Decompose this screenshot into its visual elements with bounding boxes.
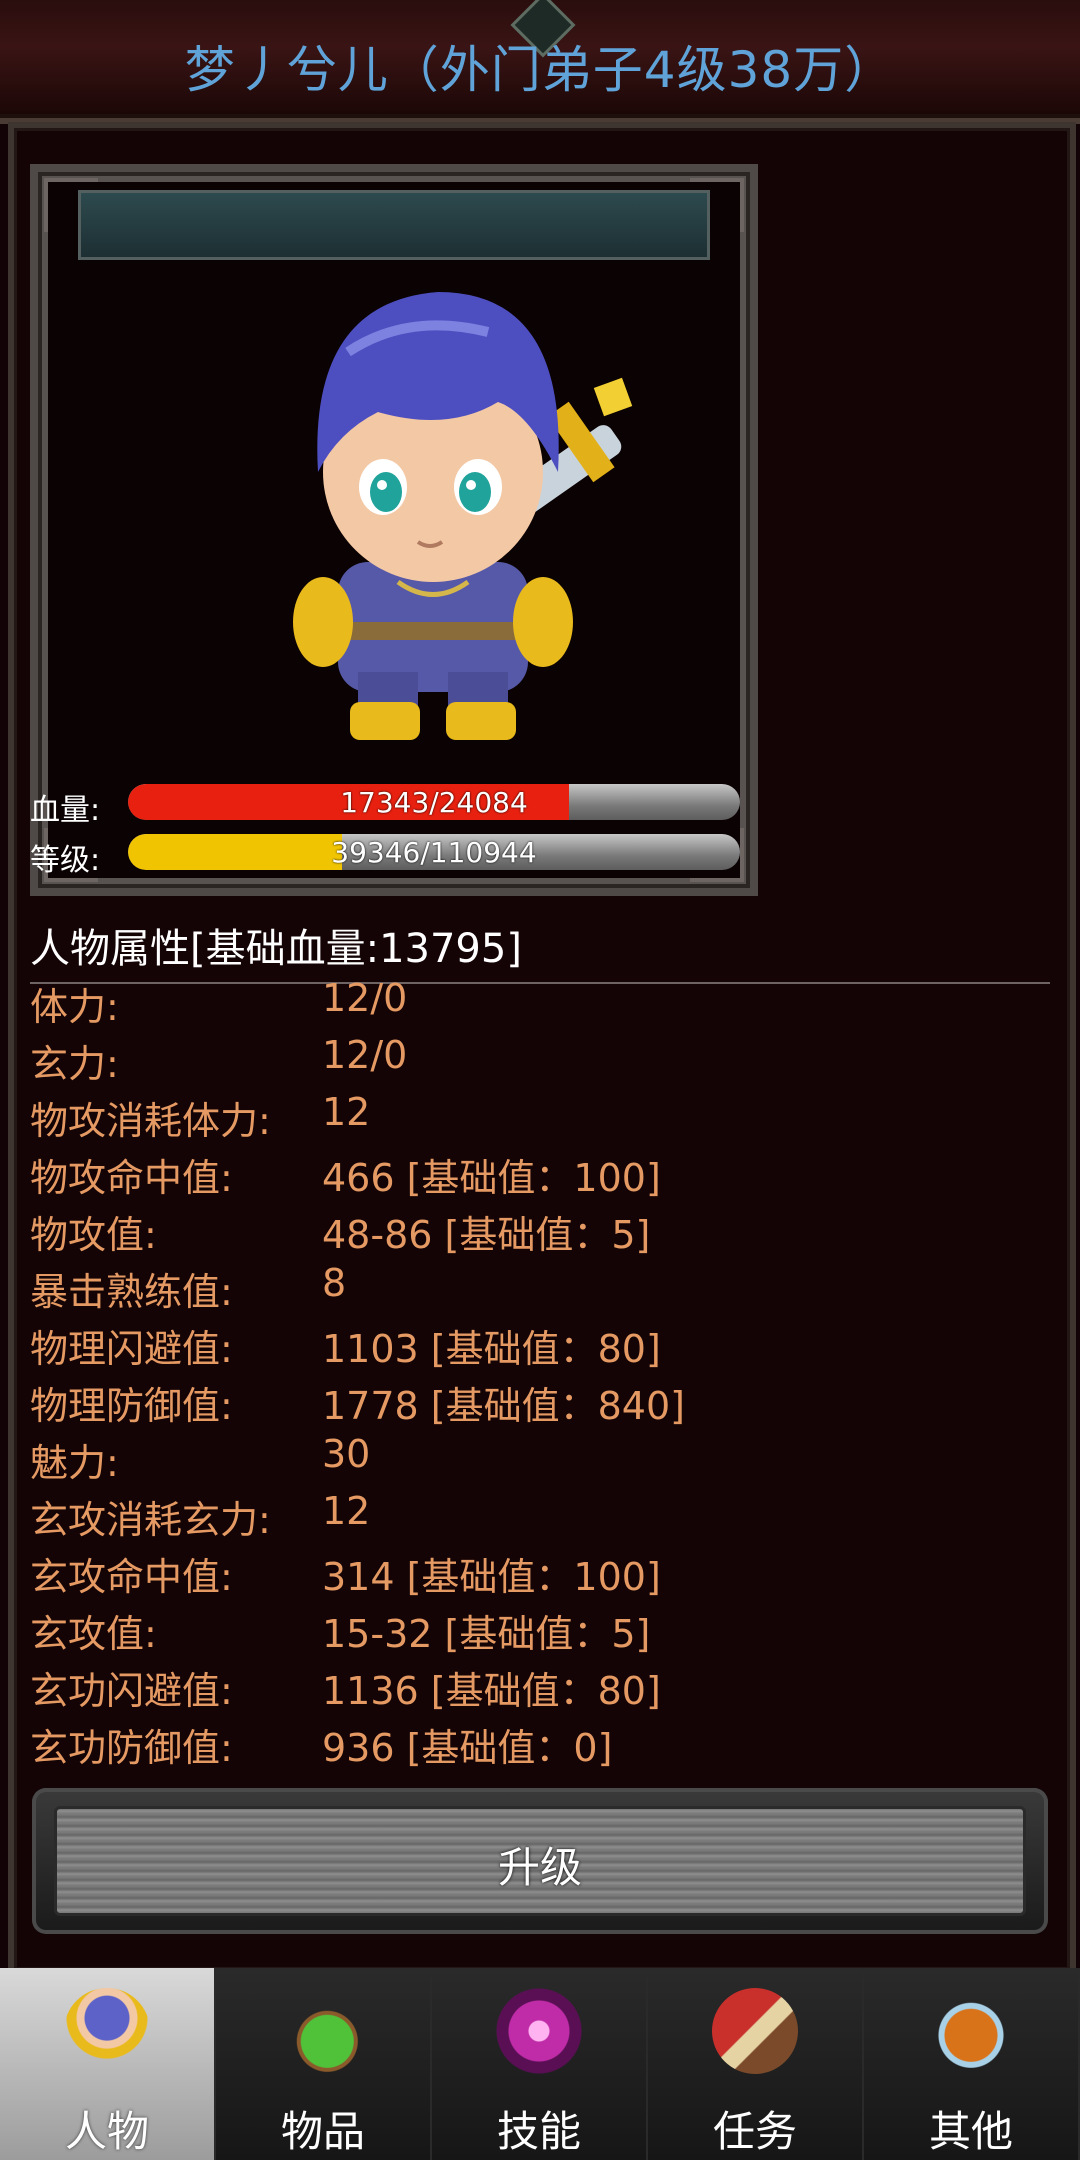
attribute-row: 玄攻值: 15-32 [基础值：5] xyxy=(30,1603,1050,1660)
tab-items[interactable]: 物品 xyxy=(216,1968,432,2160)
attribute-value: 1136 [基础值：80] xyxy=(322,1669,661,1713)
potion-icon xyxy=(280,1988,366,2074)
attributes-header: 人物属性[基础血量:13795] xyxy=(30,916,1050,984)
hp-row: 血量: 17343/24084 xyxy=(30,782,742,828)
attribute-name: 玄攻消耗玄力: xyxy=(30,1498,271,1542)
attribute-value: 1778 [基础值：840] xyxy=(322,1384,685,1428)
attribute-name: 玄力: xyxy=(30,1042,119,1086)
attribute-name: 魅力: xyxy=(30,1441,119,1485)
character-avatar-image xyxy=(293,292,633,740)
attribute-name: 暴击熟练值: xyxy=(30,1270,233,1314)
attribute-value: 12/0 xyxy=(322,1033,408,1077)
attribute-row: 魅力: 30 xyxy=(30,1432,1050,1489)
attribute-row: 玄攻消耗玄力: 12 xyxy=(30,1489,1050,1546)
level-row: 等级: 39346/110944 xyxy=(30,832,742,878)
attribute-value: 8 xyxy=(322,1261,347,1305)
tab-label: 其他 xyxy=(928,2107,1013,2156)
attribute-value: 12/0 xyxy=(322,976,408,1020)
tab-quests[interactable]: 任务 xyxy=(648,1968,864,2160)
attribute-row: 玄攻命中值: 314 [基础值：100] xyxy=(30,1546,1050,1603)
tab-label: 人物 xyxy=(64,2107,149,2156)
frame-corner-ornament xyxy=(44,178,98,232)
attribute-row: 物攻命中值: 466 [基础值：100] xyxy=(30,1147,1050,1204)
attribute-name: 体力: xyxy=(30,985,119,1029)
tab-label: 物品 xyxy=(280,2107,365,2156)
upgrade-button-label: 升级 xyxy=(497,1843,582,1892)
title-bar: 梦丿兮儿（外门弟子4级38万） xyxy=(0,0,1080,124)
upgrade-button[interactable]: 升级 xyxy=(32,1788,1048,1934)
level-value: 39346/110944 xyxy=(331,836,537,869)
attribute-name: 玄功防御值: xyxy=(30,1726,233,1770)
attribute-row: 玄力: 12/0 xyxy=(30,1033,1050,1090)
attribute-value: 466 [基础值：100] xyxy=(322,1156,661,1200)
attribute-value: 12 xyxy=(322,1489,371,1533)
attribute-value: 48-86 [基础值：5] xyxy=(322,1213,651,1257)
attribute-row: 玄功闪避值: 1136 [基础值：80] xyxy=(30,1660,1050,1717)
attribute-name: 物攻命中值: xyxy=(30,1156,233,1200)
attribute-value: 1103 [基础值：80] xyxy=(322,1327,661,1371)
attribute-value: 936 [基础值：0] xyxy=(322,1726,613,1770)
attributes-list: 体力: 12/0 玄力: 12/0 物攻消耗体力: 12 物攻命中值: 466 [基础值：10… xyxy=(30,976,1050,1774)
attribute-row: 物理防御值: 1778 [基础值：840] xyxy=(30,1375,1050,1432)
level-bar: 39346/110944 xyxy=(128,834,740,870)
attribute-row: 物攻值: 48-86 [基础值：5] xyxy=(30,1204,1050,1261)
attribute-value: 30 xyxy=(322,1432,371,1476)
attribute-value: 15-32 [基础值：5] xyxy=(322,1612,651,1656)
attribute-value: 314 [基础值：100] xyxy=(322,1555,661,1599)
portrait-name-plate xyxy=(78,190,710,260)
page-title: 梦丿兮儿（外门弟子4级38万） xyxy=(184,41,896,99)
tab-character[interactable]: 人物 xyxy=(0,1968,216,2160)
tab-label: 任务 xyxy=(712,2107,797,2156)
attribute-name: 物攻消耗体力: xyxy=(30,1099,271,1143)
attribute-row: 物理闪避值: 1103 [基础值：80] xyxy=(30,1318,1050,1375)
tab-other[interactable]: 其他 xyxy=(864,1968,1080,2160)
attribute-name: 物理防御值: xyxy=(30,1384,233,1428)
attribute-name: 玄功闪避值: xyxy=(30,1669,233,1713)
hp-label: 血量: xyxy=(30,793,101,828)
hp-value: 17343/24084 xyxy=(340,786,528,819)
attribute-name: 玄攻命中值: xyxy=(30,1555,233,1599)
attribute-row: 体力: 12/0 xyxy=(30,976,1050,1033)
attribute-row: 暴击熟练值: 8 xyxy=(30,1261,1050,1318)
skill-orb-icon xyxy=(496,1988,582,2074)
attribute-row: 玄功防御值: 936 [基础值：0] xyxy=(30,1717,1050,1774)
frame-corner-ornament xyxy=(690,178,744,232)
attribute-value: 12 xyxy=(322,1090,371,1134)
quest-icon xyxy=(712,1988,798,2074)
tab-skills[interactable]: 技能 xyxy=(432,1968,648,2160)
level-label: 等级: xyxy=(30,843,101,878)
attribute-name: 玄攻值: xyxy=(30,1612,157,1656)
attribute-row: 物攻消耗体力: 12 xyxy=(30,1090,1050,1147)
attribute-name: 物攻值: xyxy=(30,1213,157,1257)
character-icon xyxy=(64,1988,150,2074)
attribute-name: 物理闪避值: xyxy=(30,1327,233,1371)
bottom-tab-bar: 人物 物品 技能 任务 其他 xyxy=(0,1968,1080,2160)
other-icon xyxy=(928,1988,1014,2074)
tab-label: 技能 xyxy=(496,2107,581,2156)
hp-bar: 17343/24084 xyxy=(128,784,740,820)
